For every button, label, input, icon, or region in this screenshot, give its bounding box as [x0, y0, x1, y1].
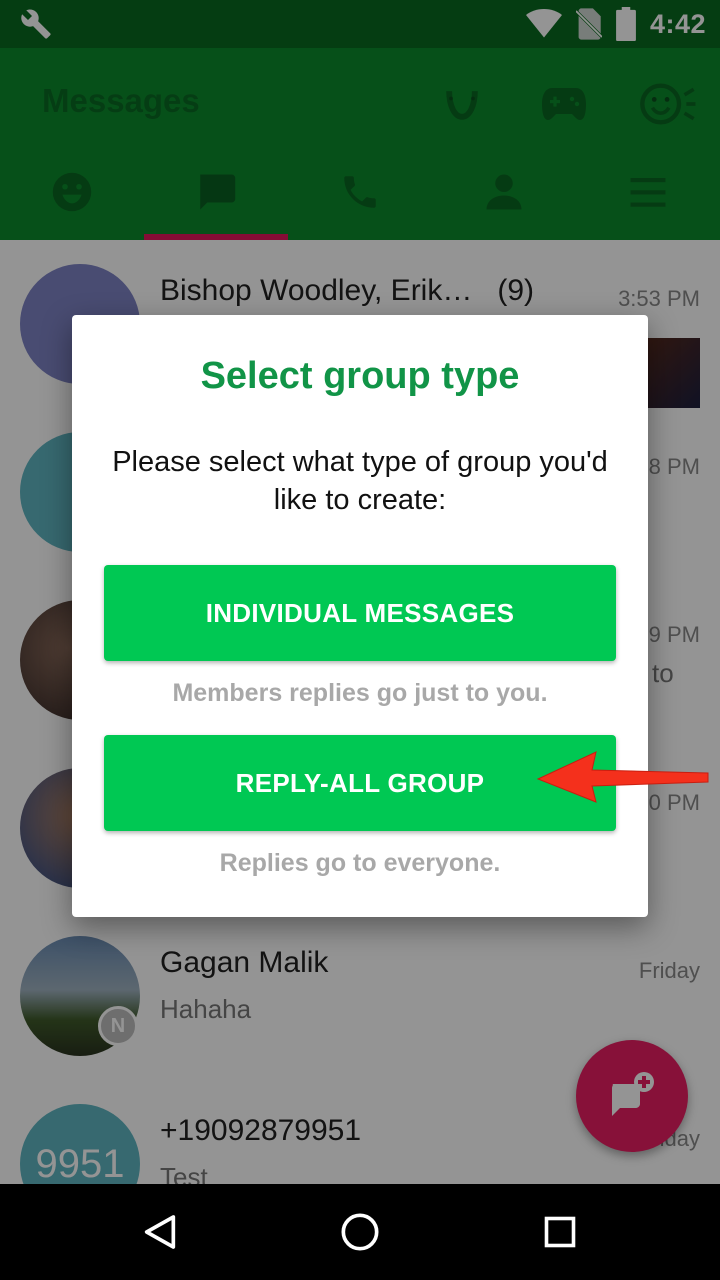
- annotation-arrow-icon: [536, 751, 709, 803]
- dialog-title: Select group type: [200, 355, 520, 397]
- home-button[interactable]: [330, 1202, 390, 1262]
- individual-messages-hint: Members replies go just to you.: [172, 679, 548, 707]
- home-icon: [341, 1213, 379, 1251]
- recents-button[interactable]: [530, 1202, 590, 1262]
- back-button[interactable]: [130, 1202, 190, 1262]
- group-type-dialog: Select group type Please select what typ…: [72, 315, 648, 917]
- individual-messages-button[interactable]: INDIVIDUAL MESSAGES: [104, 565, 616, 661]
- navigation-bar: [0, 1184, 720, 1280]
- dialog-message: Please select what type of group you'd l…: [112, 446, 608, 516]
- reply-all-group-hint: Replies go to everyone.: [219, 849, 501, 877]
- recents-icon: [544, 1216, 576, 1248]
- back-icon: [144, 1215, 176, 1249]
